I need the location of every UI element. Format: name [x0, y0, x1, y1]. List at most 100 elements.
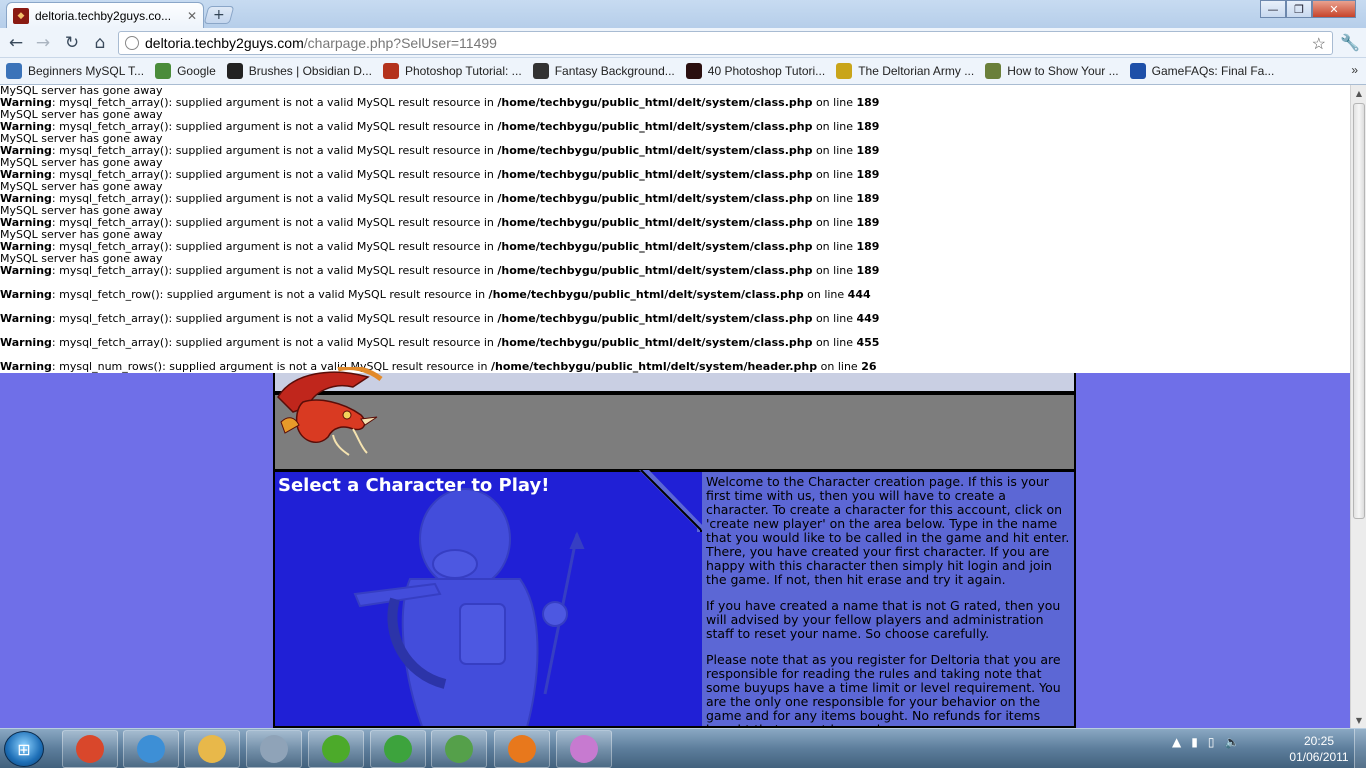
- xbox-icon: [322, 735, 350, 763]
- scroll-thumb[interactable]: [1353, 103, 1365, 519]
- forward-icon[interactable]: →: [33, 33, 53, 53]
- warning-path: /home/techbygu/public_html/delt/system/c…: [497, 144, 813, 157]
- bookmark-item[interactable]: Brushes | Obsidian D...: [226, 63, 372, 79]
- home-icon[interactable]: ⌂: [90, 33, 110, 53]
- bookmark-label: GameFAQs: Final Fa...: [1151, 64, 1275, 78]
- bookmark-item[interactable]: Google: [155, 63, 216, 79]
- reload-icon[interactable]: ↻: [62, 33, 82, 53]
- browser-tab[interactable]: ◆ deltoria.techby2guys.co... ✕: [6, 2, 204, 28]
- warning-label: Warning: [0, 288, 52, 301]
- warning-label: Warning: [0, 264, 52, 277]
- warning-path: /home/techbygu/public_html/delt/system/c…: [497, 120, 813, 133]
- bookmark-fantasy-icon: [532, 63, 549, 79]
- taskbar-calculator[interactable]: [246, 730, 302, 768]
- warning-path: /home/techbygu/public_html/delt/system/c…: [497, 216, 813, 229]
- warning-text: : mysql_fetch_row(): supplied argument i…: [51, 288, 489, 301]
- warning-line-label: on line: [817, 360, 862, 373]
- clock-date: 01/06/2011: [1289, 750, 1349, 764]
- scroll-down-icon[interactable]: ▼: [1351, 712, 1366, 728]
- bookmark-item[interactable]: 40 Photoshop Tutori...: [685, 63, 825, 79]
- taskbar-messenger[interactable]: [431, 730, 487, 768]
- taskbar-xbox[interactable]: [308, 730, 364, 768]
- info-paragraph: Please note that as you register for Del…: [706, 652, 1061, 727]
- header-banner: [273, 393, 1076, 471]
- tab-close-icon[interactable]: ✕: [187, 9, 197, 23]
- volume-icon[interactable]: 🔈: [1224, 735, 1239, 749]
- bookmark-item[interactable]: GameFAQs: Final Fa...: [1129, 63, 1275, 79]
- wrench-menu-icon[interactable]: 🔧: [1340, 33, 1360, 52]
- chrome-icon: [76, 735, 104, 763]
- warning-line-number: 449: [856, 312, 880, 325]
- warning-line-number: 189: [856, 192, 880, 205]
- game-layout: Select a Character to Play! Welcome to t…: [273, 367, 1076, 728]
- bookmark-label: Photoshop Tutorial: ...: [404, 64, 522, 78]
- bookmarks-more-icon[interactable]: »: [1351, 63, 1358, 77]
- tab-strip: ◆ deltoria.techby2guys.co... ✕ + — ❐ ✕: [0, 0, 1366, 28]
- firefox-icon: [508, 735, 536, 763]
- taskbar-paint[interactable]: [556, 730, 612, 768]
- warning-path: /home/techbygu/public_html/delt/system/c…: [497, 312, 813, 325]
- warning-line-label: on line: [812, 240, 857, 253]
- php-warning-line: Warning: mysql_fetch_array(): supplied a…: [0, 313, 879, 325]
- new-tab-button[interactable]: +: [203, 6, 235, 24]
- minimize-icon[interactable]: —: [1260, 0, 1286, 18]
- warning-path: /home/techbygu/public_html/delt/system/h…: [490, 360, 818, 373]
- bookmark-label: Google: [177, 64, 216, 78]
- bookmark-item[interactable]: Photoshop Tutorial: ...: [382, 63, 522, 79]
- address-bar[interactable]: deltoria.techby2guys.com /charpage.php?S…: [118, 31, 1333, 55]
- network-icon[interactable]: ▮: [1191, 735, 1198, 749]
- scroll-up-icon[interactable]: ▲: [1351, 85, 1366, 101]
- warning-line-label: on line: [812, 144, 857, 157]
- folder-icon: [198, 735, 226, 763]
- warning-text: : mysql_num_rows(): supplied argument is…: [51, 360, 491, 373]
- warning-line-label: on line: [812, 192, 857, 205]
- php-warning-line: Warning: mysql_fetch_array(): supplied a…: [0, 265, 879, 277]
- warning-line-label: on line: [812, 96, 857, 109]
- php-error-output: MySQL server has gone away Warning: mysql…: [0, 85, 1350, 373]
- maximize-icon[interactable]: ❐: [1286, 0, 1312, 18]
- system-clock[interactable]: 20:25 01/06/2011: [1286, 733, 1352, 765]
- back-icon[interactable]: ←: [6, 33, 26, 53]
- dragon-logo-icon: [277, 367, 383, 456]
- panel-divider: [639, 470, 707, 532]
- warning-line-number: 189: [856, 96, 880, 109]
- show-desktop-button[interactable]: [1354, 729, 1366, 768]
- warning-line-number: 444: [847, 288, 871, 301]
- bookmarks-bar: Beginners MySQL T... Google Brushes | Obsi…: [0, 58, 1366, 85]
- page-scrollbar[interactable]: ▲ ▼: [1350, 85, 1366, 728]
- archer-illustration-icon: [353, 488, 585, 726]
- start-button[interactable]: ⊞: [4, 731, 44, 767]
- warning-label: Warning: [0, 360, 52, 373]
- browser-chrome: ◆ deltoria.techby2guys.co... ✕ + — ❐ ✕ ←…: [0, 0, 1366, 85]
- warning-path: /home/techbygu/public_html/delt/system/c…: [497, 168, 813, 181]
- taskbar-chrome[interactable]: [62, 730, 118, 768]
- taskbar-explorer[interactable]: [184, 730, 240, 768]
- bookmark-label: The Deltorian Army ...: [858, 64, 975, 78]
- safari-icon: [137, 735, 165, 763]
- show-hidden-icons-icon[interactable]: ▲: [1172, 735, 1181, 749]
- bookmark-item[interactable]: How to Show Your ...: [985, 63, 1119, 79]
- bookmark-star-icon[interactable]: ☆: [1312, 34, 1326, 54]
- bookmark-howto-icon: [985, 63, 1002, 79]
- warning-label: Warning: [0, 336, 52, 349]
- bookmark-item[interactable]: Beginners MySQL T...: [6, 63, 144, 79]
- bookmark-item[interactable]: Fantasy Background...: [532, 63, 675, 79]
- warning-line-label: on line: [812, 336, 857, 349]
- warning-path: /home/techbygu/public_html/delt/system/c…: [497, 96, 813, 109]
- warning-path: /home/techbygu/public_html/delt/system/c…: [497, 264, 813, 277]
- battery-icon[interactable]: ▯: [1208, 735, 1215, 749]
- bookmark-label: Beginners MySQL T...: [28, 64, 145, 78]
- taskbar-utorrent[interactable]: [370, 730, 426, 768]
- window-controls: — ❐ ✕: [1260, 0, 1356, 18]
- bookmark-label: How to Show Your ...: [1007, 64, 1119, 78]
- banner-top-strip: [273, 373, 1076, 393]
- taskbar-firefox[interactable]: [494, 730, 550, 768]
- url-path: /charpage.php?SelUser=11499: [303, 35, 497, 51]
- php-warning-line: Warning: mysql_num_rows(): supplied argu…: [0, 361, 877, 373]
- bookmark-label: Fantasy Background...: [554, 64, 675, 78]
- page-heading: Select a Character to Play!: [278, 475, 550, 496]
- taskbar-safari[interactable]: [123, 730, 179, 768]
- window-close-icon[interactable]: ✕: [1312, 0, 1356, 18]
- warning-text: : mysql_fetch_array(): supplied argument…: [51, 336, 498, 349]
- bookmark-item[interactable]: The Deltorian Army ...: [836, 63, 974, 79]
